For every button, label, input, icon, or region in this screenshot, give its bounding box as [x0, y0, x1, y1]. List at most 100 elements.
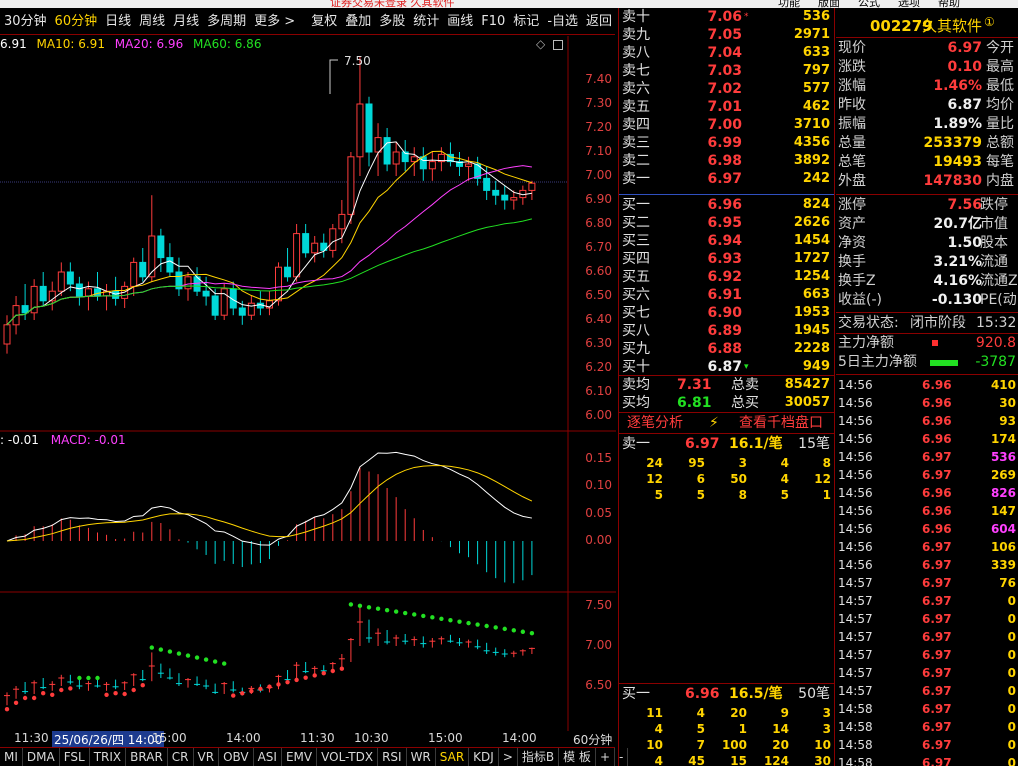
- thousand-depth-button[interactable]: 查看千档盘口: [739, 413, 823, 433]
- avg-row: 买均 6.81 总买 30057: [619, 394, 834, 412]
- quote-label-2: PE(动): [980, 292, 1018, 308]
- indicator-tab-16[interactable]: 指标B: [518, 748, 560, 766]
- indicator-tab-1[interactable]: DMA: [23, 748, 60, 766]
- bid-label: 买六: [622, 287, 650, 303]
- indicator-tab-12[interactable]: WR: [407, 748, 436, 766]
- quote-label-2: 市值: [980, 216, 1008, 232]
- sar-dot: [339, 666, 345, 671]
- candle-body: [347, 156, 355, 215]
- kline-chart[interactable]: 7.50: [0, 36, 616, 747]
- indicator-tab-2[interactable]: FSL: [60, 748, 90, 766]
- menu-item-options[interactable]: 选项: [898, 0, 920, 8]
- macd-group: [6, 451, 533, 584]
- bid-price: 6.90: [707, 305, 742, 321]
- remove-watchlist-button[interactable]: -自选: [543, 8, 582, 35]
- trade-volume: 0: [1007, 684, 1016, 698]
- menu-item-function[interactable]: 功能: [778, 0, 800, 8]
- trade-volume: 269: [990, 468, 1016, 482]
- ask-price: 6.97: [707, 171, 742, 187]
- bid-label: 买三: [622, 233, 650, 249]
- buy1_queue-cell: 4: [654, 754, 663, 766]
- draw-line-button[interactable]: 画线: [443, 8, 477, 35]
- period-30min[interactable]: 30分钟: [0, 8, 51, 35]
- indicator-tab-5[interactable]: CR: [168, 748, 194, 766]
- indicator-tab-6[interactable]: VR: [194, 748, 220, 766]
- tick-analysis-button[interactable]: 逐笔分析: [627, 413, 683, 433]
- sar-group: [4, 602, 535, 712]
- bid-level: 买七 6.90 1953: [619, 304, 834, 322]
- sar-dot: [312, 673, 317, 678]
- sell1_queue-cell: 5: [654, 488, 663, 502]
- trade-volume: 826: [990, 486, 1016, 500]
- menu-item-help[interactable]: 帮助: [938, 0, 960, 8]
- period-60min[interactable]: 60分钟: [51, 8, 102, 35]
- candle-body: [465, 163, 473, 167]
- candle-body: [365, 103, 373, 153]
- indicator-tab-10[interactable]: VOL-TDX: [317, 748, 379, 766]
- period-more[interactable]: 更多 >: [250, 8, 299, 35]
- indicator-tab-17[interactable]: 模 板: [559, 748, 596, 766]
- trade-price: 6.96: [922, 486, 952, 500]
- indicator-tab-13[interactable]: SAR: [436, 748, 470, 766]
- indicator-tab-3[interactable]: TRIX: [90, 748, 127, 766]
- indicator-tab-0[interactable]: MI: [0, 748, 23, 766]
- stats-button[interactable]: 统计: [409, 8, 443, 35]
- sar-dot: [158, 647, 164, 652]
- period-multi[interactable]: 多周期: [203, 8, 250, 35]
- indicator-tab-9[interactable]: EMV: [282, 748, 318, 766]
- indicator-tab-4[interactable]: BRAR: [126, 748, 168, 766]
- adjust-button[interactable]: 复权: [307, 8, 341, 35]
- bid-price: 6.89: [707, 323, 742, 339]
- indicator-tab-11[interactable]: RSI: [378, 748, 407, 766]
- candle-body: [184, 276, 192, 290]
- macd-legend: : -0.01 MACD: -0.01: [0, 432, 126, 448]
- buy1_queue-cell: 7: [696, 738, 705, 752]
- avg-price: 7.31: [677, 377, 712, 393]
- price-tick-label: 6.60: [585, 264, 612, 278]
- period-week[interactable]: 周线: [135, 8, 169, 35]
- trade-volume: 339: [990, 558, 1016, 572]
- sar-dot: [276, 682, 281, 687]
- ask-volume: 462: [802, 99, 830, 114]
- quote-value: 147830: [923, 173, 982, 189]
- trade-time: 14:56: [838, 432, 873, 446]
- indicator-tab-14[interactable]: KDJ: [469, 748, 499, 766]
- sar-dot: [412, 612, 417, 617]
- overlay-button[interactable]: 叠加: [341, 8, 375, 35]
- mark-button[interactable]: 标记: [509, 8, 543, 35]
- trade-volume: 536: [990, 450, 1016, 464]
- menu-item-layout[interactable]: 版面: [818, 0, 840, 8]
- trade-price: 6.97: [922, 540, 952, 554]
- ask-level: 卖三 6.99 4356: [619, 134, 834, 152]
- indicator-tab-18[interactable]: +: [596, 748, 615, 766]
- bid-level: 买五 6.92 1254: [619, 268, 834, 286]
- trade-row: 14:58 6.97 0: [836, 700, 1018, 718]
- trade-row: 14:57 6.97 0: [836, 592, 1018, 610]
- quote-value: 0.10: [947, 59, 982, 75]
- quote-label-2: 内盘: [986, 173, 1014, 189]
- indicator-tab-7[interactable]: OBV: [219, 748, 254, 766]
- candle-body: [329, 228, 337, 251]
- quote-label-2: 均价: [986, 97, 1014, 113]
- price-tick-label: 7.20: [585, 120, 612, 134]
- buy1_queue-cell: 45: [688, 754, 705, 766]
- candle-body: [202, 290, 210, 297]
- main-flow-bar: [932, 340, 938, 346]
- period-day[interactable]: 日线: [101, 8, 135, 35]
- f10-button[interactable]: F10: [477, 8, 509, 35]
- ask-price: 7.03: [707, 63, 742, 79]
- bid-volume: 949: [802, 359, 830, 374]
- trade-price: 6.97: [922, 738, 952, 752]
- back-button[interactable]: 返回: [582, 8, 616, 35]
- period-indicator[interactable]: 60分钟: [573, 731, 612, 748]
- period-month[interactable]: 月线: [169, 8, 203, 35]
- quote-row: 换手Z 4.16% 流通Z: [836, 272, 1018, 291]
- buy1_queue-row: 10 7 100 20 10: [619, 737, 834, 753]
- indicator-tab-15[interactable]: >: [499, 748, 518, 766]
- trade-row: 14:56 6.96 93: [836, 412, 1018, 430]
- menu-item-formula[interactable]: 公式: [858, 0, 880, 8]
- candle-body: [492, 189, 500, 196]
- quote-value: -0.130: [931, 292, 982, 308]
- indicator-tab-8[interactable]: ASI: [254, 748, 282, 766]
- multi-stock-button[interactable]: 多股: [375, 8, 409, 35]
